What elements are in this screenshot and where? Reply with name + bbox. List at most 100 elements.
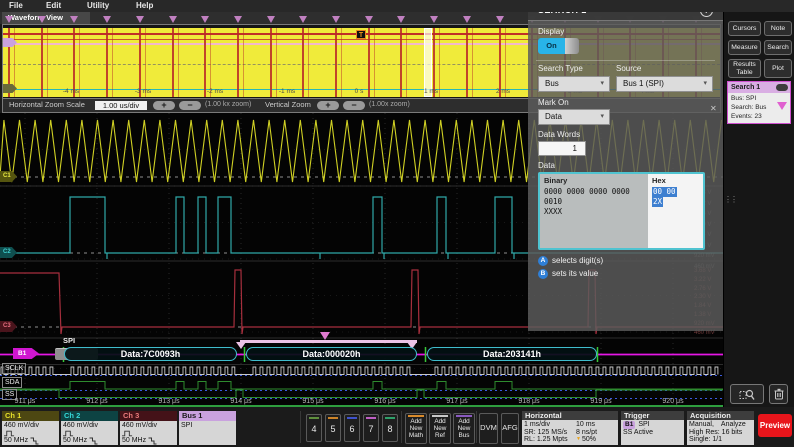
- channel-7-button[interactable]: 7: [363, 414, 379, 442]
- channel-badge-ch2[interactable]: Ch 2 460 mV/div 50 MHz: [61, 411, 118, 445]
- v-zoom-minus-button[interactable]: −: [343, 101, 365, 110]
- v-zoom-plus-button[interactable]: +: [317, 101, 339, 110]
- zoom-box-icon: [739, 388, 756, 401]
- add-new-ref-button[interactable]: Add New Ref: [429, 413, 451, 444]
- bus-decode-event-2: Data:000020h: [246, 347, 417, 361]
- hex-column: Hex 00 00 2X: [648, 174, 703, 248]
- menu-bar: File Edit Utility Help: [0, 0, 794, 12]
- hex-value[interactable]: 00 00 2X: [652, 187, 677, 207]
- coupling-icon: [63, 430, 74, 437]
- channel-8-button[interactable]: 8: [382, 414, 398, 442]
- channel-4-button[interactable]: 4: [306, 414, 322, 442]
- data-label: Data: [538, 161, 555, 170]
- bus-burst-line: [172, 28, 174, 97]
- bus-burst-line: [145, 28, 146, 97]
- bus-burst-line: [472, 28, 473, 97]
- ch1-scale: 460 mV/div: [4, 422, 57, 430]
- display-label: Display: [538, 27, 564, 36]
- search-mark-icon: [103, 16, 111, 23]
- search-mark-icon: [201, 16, 209, 23]
- time-axis-label: 920 μs: [658, 398, 688, 405]
- overview-time-label: -1 ms: [273, 88, 301, 95]
- ch2-scale: 460 mV/div: [63, 422, 116, 430]
- time-axis-label: 918 μs: [514, 398, 544, 405]
- search-mark-icon: [397, 16, 405, 23]
- time-axis-label: 911 μs: [10, 398, 40, 405]
- add-note-button[interactable]: Note: [764, 21, 792, 36]
- channel-5-button[interactable]: 5: [325, 414, 341, 442]
- search-mark-icon: [332, 16, 340, 23]
- add-new-math-button[interactable]: Add New Math: [405, 413, 427, 444]
- delete-button[interactable]: [769, 384, 788, 404]
- time-axis-label: 919 μs: [586, 398, 616, 405]
- data-words-input[interactable]: 1: [538, 141, 586, 156]
- afg-button[interactable]: AFG: [501, 413, 519, 444]
- display-toggle[interactable]: On: [538, 38, 579, 54]
- search-event-mark-icon: [320, 332, 330, 340]
- bus-burst-line: [499, 28, 501, 97]
- search-mark-icon: [234, 16, 242, 23]
- bus-burst-line: [112, 28, 113, 97]
- bus-badge-b1[interactable]: Bus 1 SPI: [179, 411, 236, 445]
- bus-type-label: SPI: [63, 336, 75, 345]
- h-zoom-plus-button[interactable]: +: [153, 101, 175, 110]
- bus-burst-line: [302, 28, 304, 97]
- close-icon[interactable]: ✕: [710, 104, 717, 113]
- source-dropdown[interactable]: Bus 1 (SPI) ▾: [616, 76, 713, 92]
- oscilloscope-screen: File Edit Utility Help Waveform View T -…: [0, 0, 794, 447]
- panel-resize-handle[interactable]: ⋮⋮: [724, 196, 736, 203]
- h-zoom-minus-button[interactable]: −: [179, 101, 201, 110]
- add-search-button[interactable]: Search: [764, 40, 792, 55]
- search-result-badge[interactable]: Search 1 Bus: SPI Search: Bus Events: 23: [727, 81, 791, 124]
- channel-6-button[interactable]: 6: [344, 414, 360, 442]
- ch2-bandwidth: 50 MHz: [63, 437, 87, 445]
- ch3-bandwidth: 50 MHz: [122, 437, 146, 445]
- horizontal-badge[interactable]: Horizontal 1 ms/div10 ms SR: 125 MS/s8 n…: [522, 411, 618, 445]
- knob-a-icon: A: [538, 256, 548, 266]
- channel-badge-ch1[interactable]: Ch 1 460 mV/div 50 MHz: [2, 411, 59, 445]
- menu-utility[interactable]: Utility: [87, 0, 109, 12]
- add-new-bus-button[interactable]: Add New Bus: [453, 413, 475, 444]
- h-zoom-scale-value[interactable]: 1.00 us/div: [95, 101, 147, 110]
- add-results-table-button[interactable]: Results Table: [728, 59, 761, 78]
- menu-file[interactable]: File: [9, 0, 23, 12]
- divider: [476, 411, 477, 443]
- data-words-label: Data Words: [538, 130, 580, 139]
- menu-help[interactable]: Help: [136, 0, 153, 12]
- binary-value[interactable]: 0000 0000 0000 0000 0010 XXXX: [544, 187, 646, 217]
- data-value-editor[interactable]: Binary 0000 0000 0000 0000 0010 XXXX Hex…: [538, 172, 705, 250]
- display-toggle-on: On: [538, 38, 565, 54]
- add-cursors-button[interactable]: Cursors: [728, 21, 761, 36]
- mark-on-value: Data: [545, 112, 562, 121]
- bus-burst-line: [439, 28, 440, 97]
- trigger-position-icon[interactable]: T: [356, 30, 366, 39]
- trigger-badge[interactable]: Trigger B1SPI SS Active: [621, 411, 684, 445]
- display-toggle-knob: [565, 38, 579, 54]
- zoom-mode-button[interactable]: [730, 384, 764, 404]
- time-axis-label: 917 μs: [442, 398, 472, 405]
- add-plot-button[interactable]: Plot: [764, 59, 792, 78]
- bus-burst-line: [106, 28, 108, 97]
- source-value: Bus 1 (SPI): [623, 79, 664, 88]
- search-config-panel: SEARCH 1 ? Display On Search Type Source…: [528, 0, 723, 331]
- mark-on-dropdown[interactable]: Data ▾: [538, 109, 610, 125]
- coupling-icon: [4, 430, 15, 437]
- coupling-icon: [122, 430, 133, 437]
- dvm-button[interactable]: DVM: [479, 413, 498, 444]
- channel-badge-ch3[interactable]: Ch 3 460 mV/div 50 MHz: [120, 411, 177, 445]
- time-axis-label: 915 μs: [298, 398, 328, 405]
- preview-button[interactable]: Preview: [758, 414, 792, 437]
- bus-burst-line: [505, 28, 506, 97]
- add-measure-button[interactable]: Measure: [728, 40, 761, 55]
- bus-decode-event-1: Data:7C0093h: [64, 347, 237, 361]
- search-mark-icon: [430, 16, 438, 23]
- menu-edit[interactable]: Edit: [46, 0, 61, 12]
- search-type-dropdown[interactable]: Bus ▾: [538, 76, 610, 92]
- bus-burst-line: [41, 28, 43, 97]
- acquisition-badge[interactable]: Acquisition Manual,Analyze High Res: 16 …: [687, 411, 754, 445]
- hex-column-header: Hex: [652, 176, 666, 185]
- bandwidth-icon: [30, 437, 39, 445]
- overview-time-label: -3 ms: [129, 88, 157, 95]
- hint-b: Bsets its value: [538, 268, 598, 279]
- zoom-window-slider[interactable]: [424, 28, 432, 97]
